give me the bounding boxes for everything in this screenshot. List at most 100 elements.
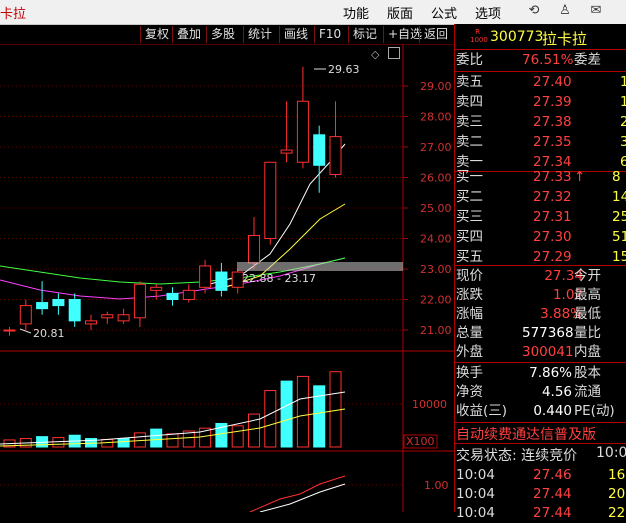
app-title: 卡拉 [0,7,27,22]
quote-label-2: 内盘 [574,344,601,360]
candle-body [117,314,130,322]
price-axis-label: 21.00 [420,324,452,337]
range-highlight [237,262,403,271]
ask-volume: 1 [620,74,626,90]
add-watchlist-button[interactable]: +自选 [383,26,422,43]
bid-label: 买二 [456,189,483,205]
candle-body [296,100,309,163]
candle-body [248,234,260,264]
quote-label-2: 量比 [574,325,601,341]
refresh-icon[interactable]: ⟲ [526,3,542,19]
ask-volume: 2 [620,114,626,130]
candle-body [85,320,97,325]
finance-label: 净资 [456,384,483,400]
candle-body [101,314,114,319]
price-axis-label: 28.00 [420,111,452,124]
candle-body [264,161,277,239]
ask-label: 卖二 [456,134,483,150]
mail-icon[interactable]: ✉ [588,3,604,19]
bid-price: 27.29 [533,249,572,265]
bid-volume: 8 [612,169,621,185]
overlay-button[interactable]: 叠加 [172,26,201,43]
price-axis-label: 29.00 [420,80,452,93]
bid-price: 27.31 [533,209,572,225]
ask-volume: 1 [620,94,626,110]
menu-formula[interactable]: 公式 [431,3,457,22]
restore-rights-button[interactable]: 复权 [140,26,169,43]
menu-function[interactable]: 功能 [343,3,369,22]
stock-name: 拉卡拉 [542,30,588,48]
bid-label: 买五 [456,249,483,265]
quote-label-2: 最低 [574,306,601,322]
quote-label: 涨幅 [456,306,483,322]
candle-body [280,149,293,154]
price-axis-label: 24.00 [420,233,452,246]
tick-volume: 22 [608,505,626,521]
quote-label: 现价 [456,268,483,284]
high-annotation: 29.63 [328,63,360,76]
candle-body [3,329,16,332]
shirt-icon[interactable]: ♙ [557,3,573,19]
volume-bar [280,380,293,448]
candle-body [68,299,81,322]
bid-label: 买四 [456,229,483,245]
finance-value: 4.56 [541,384,572,400]
quote-value: 300041 [522,344,574,360]
window-toggle-icon[interactable] [388,47,400,59]
candle-body [182,289,195,301]
indicator-axis-label: 1.00 [424,479,449,492]
bid-volume: 14 [612,189,626,205]
tick-time: 10:04 [456,486,495,502]
candle-body [313,134,326,166]
mark-button[interactable]: 标记 [348,26,377,43]
back-button[interactable]: 返回 [419,26,448,43]
kline-chart[interactable]: 29.00 28.00 27.00 26.00 25.00 24.00 23.00 22.00… [0,44,454,512]
bid-price: 27.32 [533,189,572,205]
price-axis-label: 22.00 [420,294,452,307]
ask-label: 卖四 [456,94,483,110]
divider [454,422,626,423]
bid-label: 买三 [456,209,483,225]
volume-axis-label: 10000 [412,398,447,411]
finance-value: 0.440 [533,403,572,419]
volume-bar [329,371,342,448]
ask-price: 27.38 [533,114,572,130]
tick-time: 10:04 [456,505,495,521]
statistics-button[interactable]: 统计 [243,26,272,43]
trade-status: 交易状态: 连续竞价 [456,448,578,464]
indicator-line [259,483,346,512]
price-axis-label: 23.00 [420,263,452,276]
quote-label: 总量 [456,325,483,341]
price-axis-label: 26.00 [420,172,452,185]
finance-label-2: PE(动) [574,403,615,419]
stock-code: 300773 [490,29,544,45]
menu-options[interactable]: 选项 [475,3,501,22]
quote-label-2: 今开 [574,268,601,284]
multi-stock-button[interactable]: 多股 [206,26,235,43]
candle-body [199,265,212,288]
ask-price: 27.39 [533,94,572,110]
bid-label: 买一 [456,169,483,185]
f10-button[interactable]: F10 [314,26,341,43]
divider [454,443,626,444]
bid-price: 27.30 [533,229,572,245]
diamond-icon[interactable]: ◇ [371,48,379,61]
volume-bar [231,425,244,448]
candle-body [150,286,163,291]
bid-volume: 15 [612,249,626,265]
tick-time: 10:04 [456,467,495,483]
volume-bar [166,433,179,448]
low-annotation: 20.81 [33,327,65,340]
draw-line-button[interactable]: 画线 [279,26,308,43]
finance-label: 换手 [456,365,483,381]
volume-bar [117,438,130,448]
ticker-text[interactable]: 自动续费通达信普及版 [456,424,596,444]
indicator-line [249,475,346,512]
price-axis-label: 25.00 [420,202,452,215]
candle-body [52,299,65,307]
quote-value: 577368 [522,325,574,341]
quote-label-2: 最高 [574,287,601,303]
menu-layout[interactable]: 版面 [387,3,413,22]
ask-volume: 3 [620,134,626,150]
quote-label: 外盘 [456,344,483,360]
